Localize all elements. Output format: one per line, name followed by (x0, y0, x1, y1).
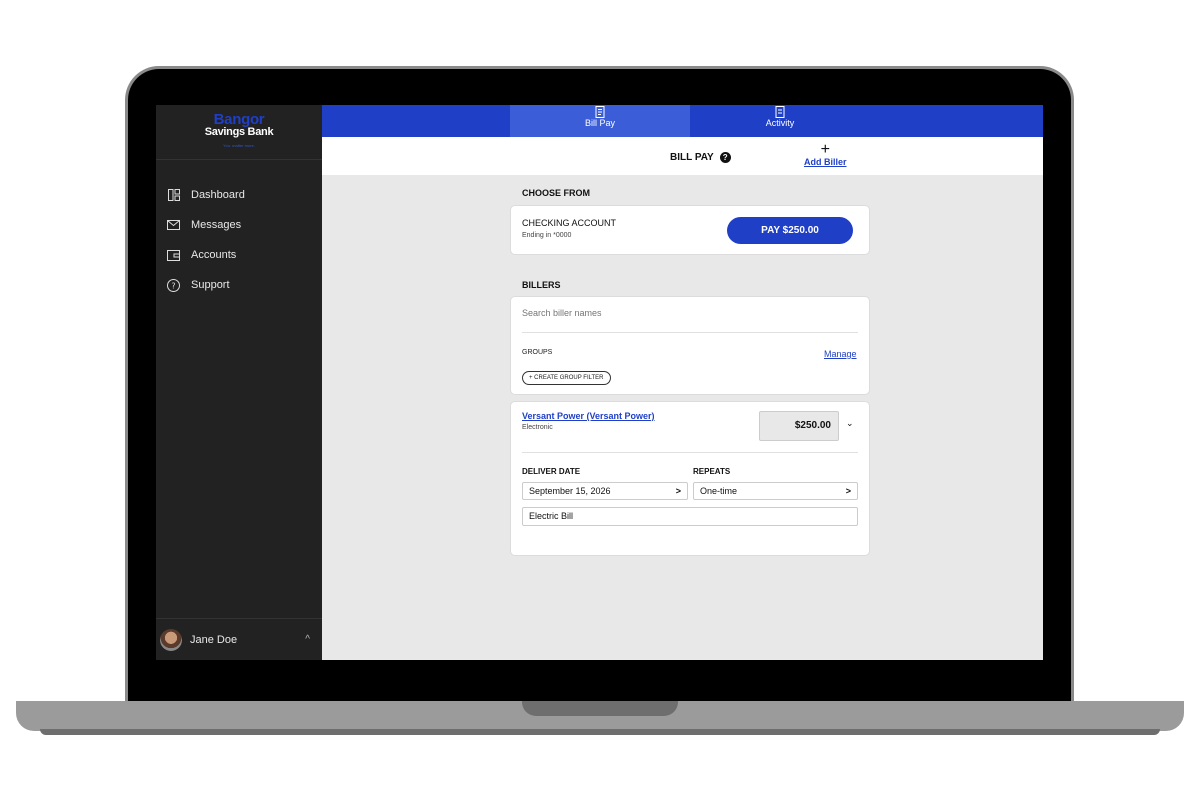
sidebar: Bangor Savings Bank You. matter more. Da… (156, 105, 322, 660)
page-title-text: BILL PAY (670, 152, 714, 163)
chevron-up-icon[interactable]: ^ (305, 634, 310, 645)
sidebar-item-accounts[interactable]: Accounts (156, 240, 322, 270)
chevron-right-icon: > (675, 486, 681, 496)
avatar (160, 628, 182, 651)
divider (522, 332, 858, 333)
svg-text:?: ? (171, 281, 175, 290)
groups-label: GROUPS (522, 349, 553, 356)
tab-activity[interactable]: Activity (690, 105, 870, 137)
sidebar-nav: Dashboard Messages Accounts ? Support (156, 180, 322, 300)
question-icon: ? (167, 278, 180, 292)
tab-label: Activity (765, 118, 795, 128)
sidebar-item-label: Dashboard (191, 189, 245, 201)
sidebar-item-label: Accounts (191, 249, 237, 261)
dashboard-icon (167, 189, 180, 202)
user-menu[interactable]: Jane Doe ^ (156, 618, 322, 660)
biller-type: Electronic (522, 424, 553, 431)
biller-name-link[interactable]: Versant Power (Versant Power) (522, 411, 655, 421)
deliver-date-select[interactable]: September 15, 2026 > (522, 482, 688, 500)
account-title: CHECKING ACCOUNT (522, 218, 617, 228)
billers-card: GROUPS Manage + CREATE GROUP FILTER (510, 296, 870, 395)
repeats-label: REPEATS (693, 467, 731, 476)
create-group-filter-button[interactable]: + CREATE GROUP FILTER (522, 371, 611, 385)
top-nav: Bill Pay Activity (322, 105, 1043, 137)
account-card: CHECKING ACCOUNT Ending in *0000 PAY $25… (510, 205, 870, 255)
laptop-base-shadow (40, 729, 1160, 735)
repeats-select[interactable]: One-time > (693, 482, 858, 500)
plus-icon: + (820, 141, 830, 158)
manage-groups-link[interactable]: Manage (824, 349, 857, 359)
amount-field[interactable]: $250.00 (759, 411, 839, 441)
divider (522, 452, 858, 453)
billers-heading: BILLERS (522, 280, 561, 290)
user-name: Jane Doe (190, 633, 238, 646)
chevron-down-icon[interactable]: ⌄ (846, 418, 854, 429)
help-icon[interactable]: ? (719, 152, 731, 163)
memo-field[interactable]: Electric Bill (522, 507, 858, 526)
sidebar-item-messages[interactable]: Messages (156, 210, 322, 240)
brand-tagline: You. matter more. (223, 143, 255, 148)
activity-icon (775, 106, 785, 118)
bill-icon (595, 106, 605, 118)
page-title: BILL PAY ? (670, 152, 731, 163)
add-biller-label: Add Biller (804, 157, 847, 167)
deliver-date-label: DELIVER DATE (522, 467, 581, 476)
brand-name-bottom: Savings Bank (204, 126, 274, 138)
brand-logo[interactable]: Bangor Savings Bank You. matter more. (156, 105, 322, 160)
sidebar-item-support[interactable]: ? Support (156, 270, 322, 300)
sidebar-item-label: Support (191, 279, 230, 291)
repeats-value: One-time (700, 486, 738, 496)
choose-from-heading: CHOOSE FROM (522, 188, 591, 198)
laptop-notch (522, 701, 678, 716)
tab-label: Bill Pay (584, 118, 615, 128)
envelope-icon (167, 219, 180, 232)
biller-search-input[interactable] (522, 308, 858, 318)
sidebar-item-label: Messages (191, 219, 242, 231)
sidebar-item-dashboard[interactable]: Dashboard (156, 180, 322, 210)
account-subtitle: Ending in *0000 (522, 232, 572, 239)
wallet-icon (167, 249, 180, 262)
biller-card: Versant Power (Versant Power) Electronic… (510, 401, 870, 556)
pay-button[interactable]: PAY $250.00 (727, 217, 853, 244)
tab-bill-pay[interactable]: Bill Pay (510, 105, 690, 137)
brand-name-top: Bangor (213, 111, 265, 128)
page-header: BILL PAY ? + Add Biller (322, 137, 1043, 175)
deliver-date-value: September 15, 2026 (529, 486, 611, 496)
add-biller-button[interactable]: + Add Biller (804, 141, 847, 168)
chevron-right-icon: > (845, 486, 851, 496)
app-screen: Bangor Savings Bank You. matter more. Da… (156, 105, 1043, 660)
